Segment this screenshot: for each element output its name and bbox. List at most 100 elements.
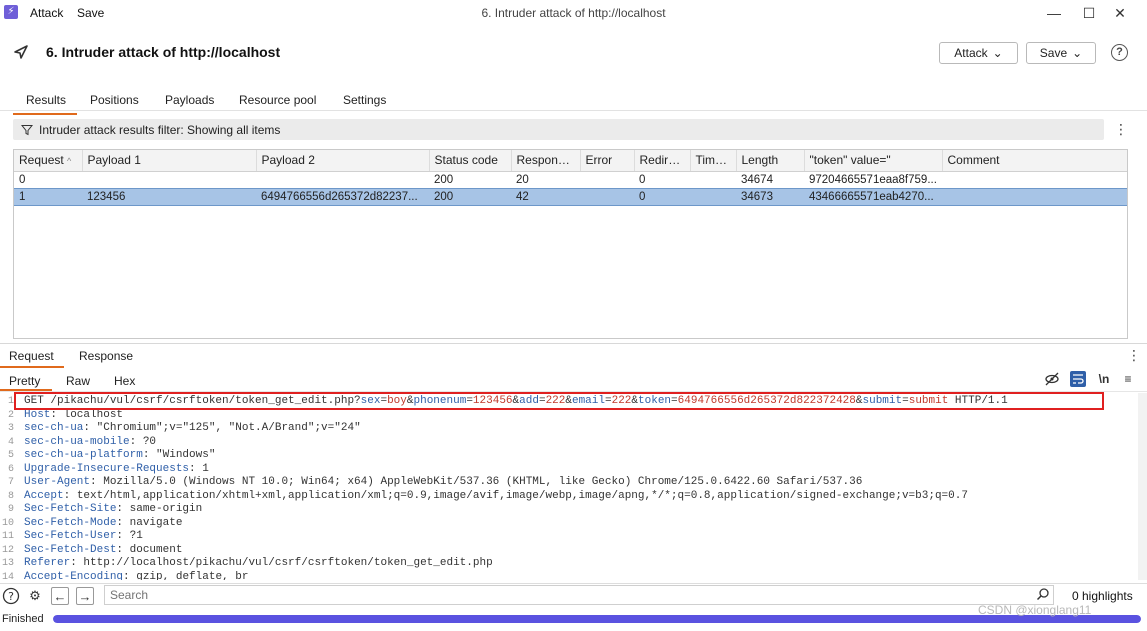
maximize-icon[interactable]: ☐ [1074,3,1104,23]
highlights-count: 0 highlights [1072,589,1133,603]
minimize-icon[interactable]: — [1039,3,1069,23]
code-line: 10 Sec-Fetch-Mode: navigate [0,517,1138,531]
save-button[interactable]: Save ⌄ [1026,42,1096,64]
hide-whitespace-icon[interactable] [1044,371,1060,387]
code-text: Sec-Fetch-Mode: navigate [24,516,183,529]
cell-timeout [690,171,736,188]
code-text: Sec-Fetch-Site: same-origin [24,503,203,515]
line-number: 3 [7,423,14,434]
forward-arrow-icon[interactable]: → [76,587,94,605]
results-table: Request ^ Payload 1 Payload 2 Status cod… [13,149,1128,339]
column-header-redirects[interactable]: Redirec... [634,150,691,172]
search-input[interactable] [104,585,1054,605]
column-header-status-code[interactable]: Status code [429,150,512,172]
tab-request-indicator [0,366,64,368]
code-line: 3 sec-ch-ua: "Chromium";v="125", "Not.A/B… [0,422,1138,436]
table-row-selected[interactable]: 1 123456 6494766556d265372d82237... 200 … [14,187,1127,206]
intruder-icon [12,43,30,61]
filter-text: Intruder attack results filter: Showing … [39,122,281,137]
wrap-lines-icon[interactable] [1070,371,1086,387]
column-header-token-value[interactable]: "token" value=" [804,150,943,172]
column-header-request[interactable]: Request ^ [14,150,83,172]
window-title: 6. Intruder attack of http://localhost [481,6,666,20]
pane-splitter[interactable] [0,343,1147,344]
code-line: 2 Host: localhost [0,409,1138,423]
column-header-comment[interactable]: Comment [942,150,1127,172]
status-text: Finished [2,613,44,625]
cell-redirects: 0 [639,173,646,186]
column-header-error[interactable]: Error [580,150,635,172]
code-text: User-Agent: Mozilla/5.0 (Windows NT 10.0… [24,476,863,488]
cell-payload-1: 123456 [82,187,256,206]
tab-pretty[interactable]: Pretty [9,374,40,388]
line-number: 12 [1,544,14,556]
highlight-box [14,392,1104,410]
line-number: 6 [7,463,14,475]
code-text: sec-ch-ua: "Chromium";v="125", "Not.A/Br… [24,422,361,434]
tab-raw[interactable]: Raw [66,374,90,388]
column-header-payload-1[interactable]: Payload 1 [82,150,257,172]
help-icon[interactable]: ? [1111,44,1128,61]
cell-response: 20 [516,173,529,186]
tab-response[interactable]: Response [79,349,133,363]
cell-length: 34673 [736,187,804,206]
attack-button-label: Attack [954,46,988,60]
request-editor[interactable]: 1 GET /pikachu/vul/csrf/csrftoken/token_g… [0,393,1138,580]
code-text: sec-ch-ua-platform: "Windows" [24,449,216,461]
save-button-label: Save [1039,46,1068,60]
code-text: sec-ch-ua-mobile: ?0 [24,435,157,448]
line-number: 5 [7,450,14,461]
cell-payload-2 [256,171,429,188]
code-text: Referer: http://localhost/pikachu/vul/cs… [24,557,493,569]
code-text: Host: localhost [24,408,124,421]
column-header-response[interactable]: Response ... [511,150,581,172]
help-icon[interactable]: ? [2,587,20,605]
attack-button[interactable]: Attack ⌄ [939,42,1018,64]
line-number: 11 [1,531,14,542]
chevron-down-icon: ⌄ [1072,46,1083,60]
code-line: 7 User-Agent: Mozilla/5.0 (Windows NT 10.… [0,476,1138,490]
editor-scrollbar[interactable] [1138,393,1147,580]
cell-length: 34674 [741,173,773,186]
table-row[interactable]: 0 200 20 0 34674 97204665571eaa8f759... [14,171,1127,188]
gear-icon[interactable]: ⚙ [26,587,44,605]
sort-ascending-icon: ^ [67,156,72,167]
line-number: 4 [7,436,14,448]
line-number: 7 [7,477,14,488]
results-filter-bar[interactable]: Intruder attack results filter: Showing … [13,119,1104,140]
code-line: 6 Upgrade-Insecure-Requests: 1 [0,463,1138,477]
cell-redirects: 0 [634,187,690,206]
cell-payload-2: 6494766556d265372d82237... [256,187,429,206]
svg-text:?: ? [8,590,14,603]
watermark: CSDN @xionglang11 [978,603,1092,617]
line-number: 14 [1,571,14,581]
line-number: 2 [7,409,14,421]
cell-request: 0 [19,173,26,186]
cell-status-code: 200 [434,173,454,186]
tab-request[interactable]: Request [9,349,54,363]
cell-comment [942,171,1127,188]
tab-results[interactable]: Results [13,93,77,115]
cell-comment [942,187,1127,206]
line-number: 1 [7,396,14,407]
column-header-timeout[interactable]: Timeout [690,150,737,172]
cell-token-value: 43466665571eab4270... [804,187,942,206]
cell-timeout [690,187,736,206]
column-header-length[interactable]: Length [736,150,805,172]
code-line: 13 Referer: http://localhost/pikachu/vul/… [0,557,1138,571]
code-text: Sec-Fetch-Dest: document [24,543,183,556]
more-options-icon[interactable]: ⋮ [1127,347,1141,364]
back-arrow-icon[interactable]: ← [51,587,69,605]
cell-request: 1 [14,187,82,206]
cell-response: 42 [511,187,580,206]
code-line: 9 Sec-Fetch-Site: same-origin [0,503,1138,517]
column-header-payload-2[interactable]: Payload 2 [256,150,430,172]
tab-hex[interactable]: Hex [114,374,135,388]
newline-icon[interactable]: \n [1096,371,1112,387]
code-text: Accept: text/html,application/xhtml+xml,… [24,489,968,502]
menu-icon[interactable]: ≡ [1120,371,1136,387]
tabs-divider [0,110,1147,111]
close-icon[interactable]: ✕ [1105,3,1135,23]
more-options-icon[interactable]: ⋮ [1114,121,1128,137]
code-line: 8 Accept: text/html,application/xhtml+xml… [0,490,1138,504]
